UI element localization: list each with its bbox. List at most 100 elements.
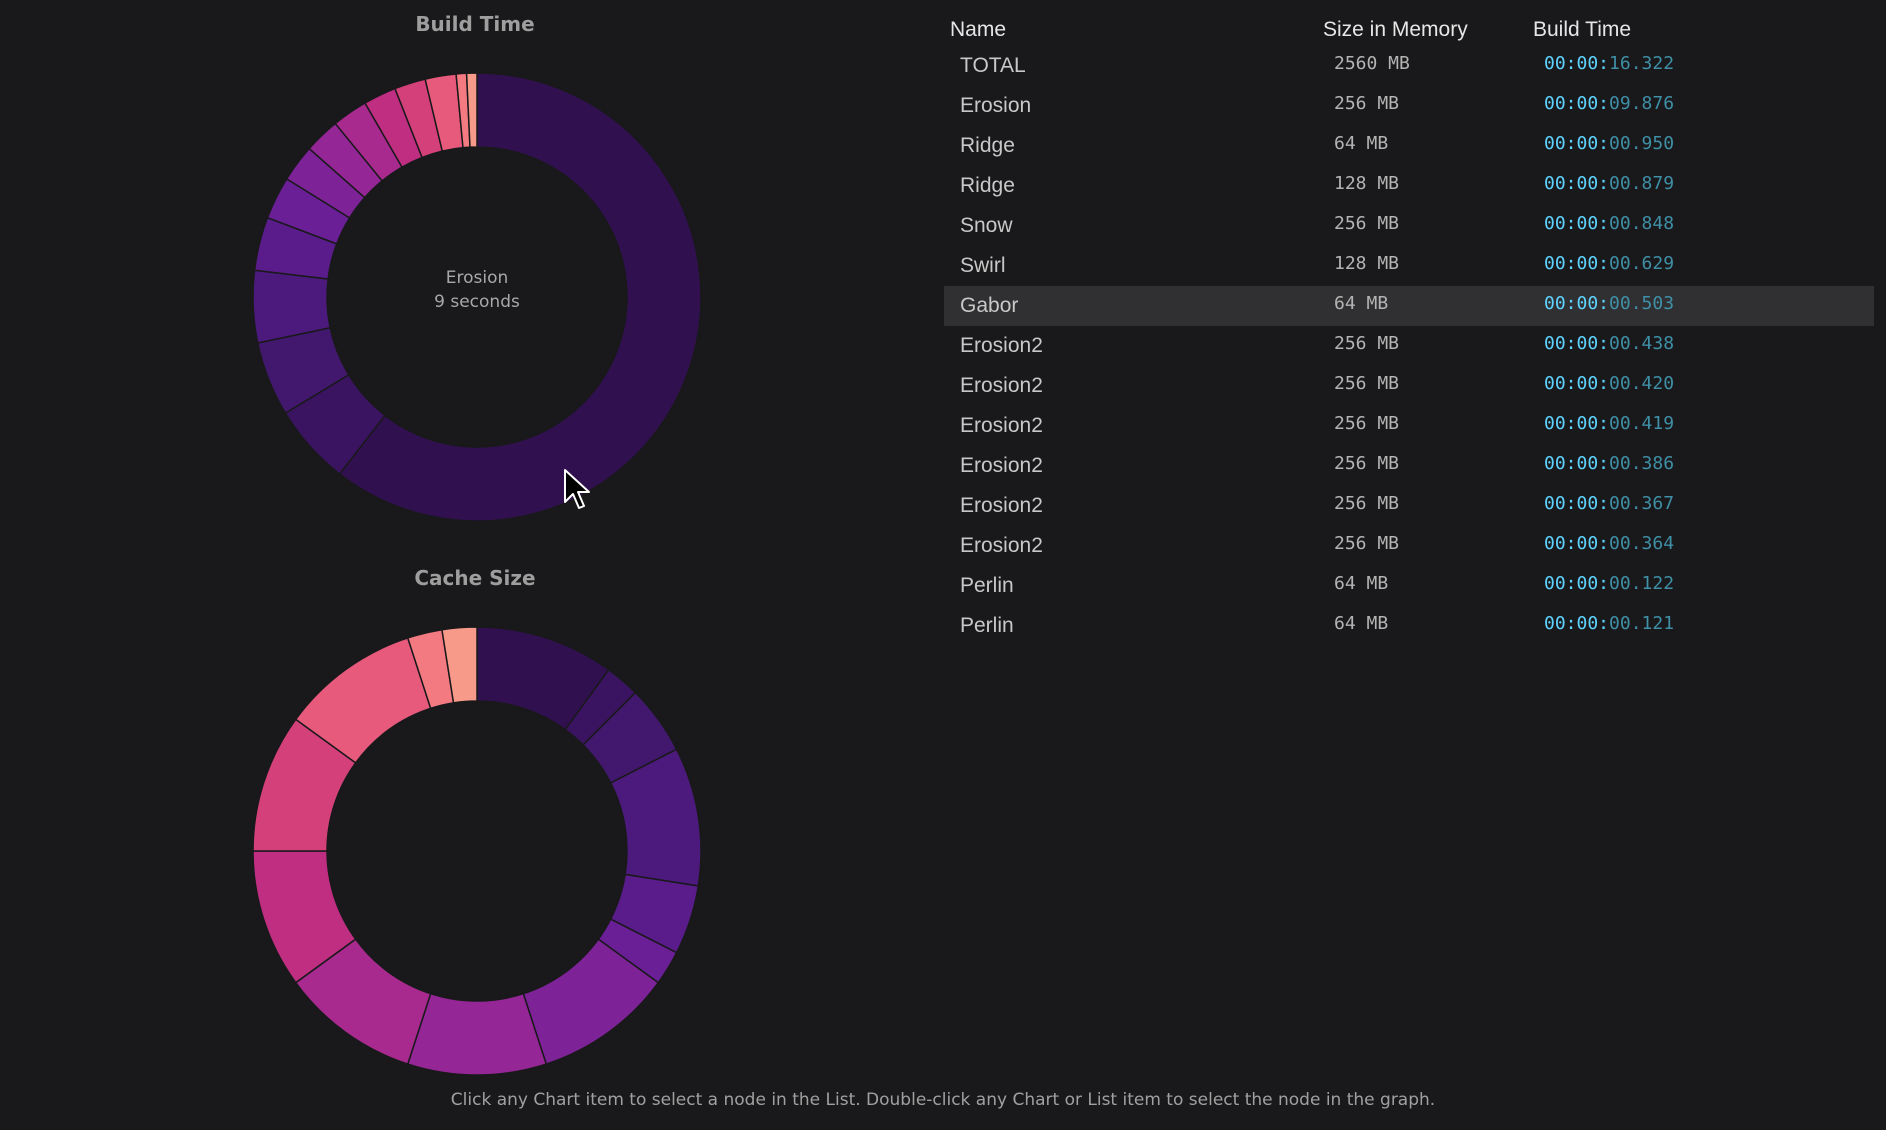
- cache-size-chart-title: Cache Size: [414, 566, 536, 590]
- row-build-time-seconds: 00.879: [1609, 173, 1675, 194]
- row-build-time: 00:00:00.879: [1544, 164, 1674, 204]
- list-rows: TOTAL 2560 MB 00:00:16.322 Erosion 256 MB 00:…: [944, 46, 1874, 646]
- row-build-time: 00:00:00.420: [1544, 364, 1674, 404]
- column-header-name[interactable]: Name: [950, 18, 1006, 42]
- list-row[interactable]: Erosion2 256 MB 00:00:00.419: [944, 406, 1874, 446]
- row-build-time-prefix: 00:00:: [1544, 573, 1610, 594]
- row-build-time-seconds: 00.122: [1609, 573, 1675, 594]
- column-header-size[interactable]: Size in Memory: [1323, 18, 1468, 42]
- cache-size-donut-chart[interactable]: [230, 606, 720, 1076]
- row-name: Erosion2: [960, 494, 1043, 517]
- row-build-time-prefix: 00:00:: [1544, 493, 1610, 514]
- row-size: 2560 MB: [1334, 53, 1410, 74]
- row-size: 128 MB: [1334, 253, 1400, 274]
- row-size: 256 MB: [1334, 333, 1400, 354]
- row-build-time: 00:00:00.386: [1544, 444, 1674, 484]
- list-row[interactable]: Erosion2 256 MB 00:00:00.367: [944, 486, 1874, 526]
- row-build-time: 00:00:00.364: [1544, 524, 1674, 564]
- row-size: 256 MB: [1334, 453, 1400, 474]
- row-name: Ridge: [960, 134, 1015, 157]
- row-name: Erosion2: [960, 534, 1043, 557]
- build-time-donut-chart[interactable]: Erosion 9 seconds: [230, 52, 720, 522]
- row-size: 64 MB: [1334, 613, 1389, 634]
- row-build-time-seconds: 00.364: [1609, 533, 1675, 554]
- list-row[interactable]: Erosion2 256 MB 00:00:00.364: [944, 526, 1874, 566]
- row-size: 256 MB: [1334, 413, 1400, 434]
- row-size: 256 MB: [1334, 93, 1400, 114]
- donut-slice[interactable]: [406, 992, 548, 1076]
- list-row[interactable]: Perlin 64 MB 00:00:00.122: [944, 566, 1874, 606]
- row-name: Snow: [960, 214, 1013, 237]
- row-name: Erosion: [960, 94, 1032, 117]
- row-build-time-seconds: 00.503: [1609, 293, 1675, 314]
- row-build-time: 00:00:00.419: [1544, 404, 1674, 444]
- row-build-time: 00:00:00.121: [1544, 604, 1674, 644]
- list-row[interactable]: Erosion2 256 MB 00:00:00.420: [944, 366, 1874, 406]
- row-name: TOTAL: [960, 54, 1026, 77]
- list-row[interactable]: Erosion2 256 MB 00:00:00.386: [944, 446, 1874, 486]
- row-name: Erosion2: [960, 454, 1043, 477]
- row-build-time-prefix: 00:00:: [1544, 133, 1610, 154]
- row-build-time: 00:00:00.367: [1544, 484, 1674, 524]
- row-build-time-seconds: 00.629: [1609, 253, 1675, 274]
- build-time-chart-title: Build Time: [415, 12, 535, 36]
- row-build-time: 00:00:16.322: [1544, 44, 1674, 84]
- row-name: Erosion2: [960, 334, 1043, 357]
- list-row[interactable]: Ridge 64 MB 00:00:00.950: [944, 126, 1874, 166]
- row-build-time: 00:00:00.629: [1544, 244, 1674, 284]
- row-size: 256 MB: [1334, 533, 1400, 554]
- list-row[interactable]: Gabor 64 MB 00:00:00.503: [944, 286, 1874, 326]
- row-build-time-seconds: 00.420: [1609, 373, 1675, 394]
- row-size: 64 MB: [1334, 573, 1389, 594]
- row-build-time-prefix: 00:00:: [1544, 253, 1610, 274]
- list-row[interactable]: Erosion 256 MB 00:00:09.876: [944, 86, 1874, 126]
- row-build-time: 00:00:00.122: [1544, 564, 1674, 604]
- row-name: Swirl: [960, 254, 1006, 277]
- row-build-time-prefix: 00:00:: [1544, 413, 1610, 434]
- row-name: Erosion2: [960, 414, 1043, 437]
- profiler-window: Build Time Erosion 9 seconds Cache Size …: [0, 0, 1886, 1130]
- row-build-time-seconds: 00.419: [1609, 413, 1675, 434]
- row-build-time: 00:00:00.950: [1544, 124, 1674, 164]
- row-build-time: 00:00:00.438: [1544, 324, 1674, 364]
- mouse-pointer-icon: [564, 469, 590, 509]
- donut-center-value: 9 seconds: [434, 292, 520, 312]
- row-build-time-prefix: 00:00:: [1544, 613, 1610, 634]
- list-row[interactable]: Perlin 64 MB 00:00:00.121: [944, 606, 1874, 646]
- row-name: Erosion2: [960, 374, 1043, 397]
- row-build-time-prefix: 00:00:: [1544, 93, 1610, 114]
- row-build-time-seconds: 00.121: [1609, 613, 1675, 634]
- row-name: Gabor: [960, 294, 1019, 317]
- row-build-time-prefix: 00:00:: [1544, 533, 1610, 554]
- column-header-build-time[interactable]: Build Time: [1533, 18, 1631, 42]
- list-header: Name Size in Memory Build Time: [944, 18, 1874, 44]
- row-build-time-prefix: 00:00:: [1544, 53, 1610, 74]
- row-build-time-seconds: 00.950: [1609, 133, 1675, 154]
- row-build-time-seconds: 00.848: [1609, 213, 1675, 234]
- row-size: 256 MB: [1334, 213, 1400, 234]
- row-build-time-prefix: 00:00:: [1544, 293, 1610, 314]
- list-row[interactable]: Snow 256 MB 00:00:00.848: [944, 206, 1874, 246]
- donut-center-name: Erosion: [446, 268, 509, 288]
- build-time-chart-panel: Build Time Erosion 9 seconds: [230, 12, 720, 532]
- row-build-time-seconds: 00.438: [1609, 333, 1675, 354]
- row-build-time-seconds: 09.876: [1609, 93, 1675, 114]
- row-name: Perlin: [960, 614, 1014, 637]
- row-build-time-prefix: 00:00:: [1544, 453, 1610, 474]
- row-build-time: 00:00:00.503: [1544, 284, 1674, 324]
- list-row[interactable]: Swirl 128 MB 00:00:00.629: [944, 246, 1874, 286]
- row-build-time-seconds: 16.322: [1609, 53, 1675, 74]
- list-row[interactable]: TOTAL 2560 MB 00:00:16.322: [944, 46, 1874, 86]
- list-row[interactable]: Ridge 128 MB 00:00:00.879: [944, 166, 1874, 206]
- row-size: 128 MB: [1334, 173, 1400, 194]
- list-row[interactable]: Erosion2 256 MB 00:00:00.438: [944, 326, 1874, 366]
- row-size: 64 MB: [1334, 133, 1389, 154]
- footer-hint-text: Click any Chart item to select a node in…: [450, 1090, 1436, 1110]
- row-build-time-prefix: 00:00:: [1544, 333, 1610, 354]
- cache-size-chart-panel: Cache Size: [230, 566, 720, 1076]
- node-list: Name Size in Memory Build Time TOTAL 2560…: [944, 0, 1874, 1065]
- row-build-time-prefix: 00:00:: [1544, 373, 1610, 394]
- row-name: Perlin: [960, 574, 1014, 597]
- row-name: Ridge: [960, 174, 1015, 197]
- row-size: 64 MB: [1334, 293, 1389, 314]
